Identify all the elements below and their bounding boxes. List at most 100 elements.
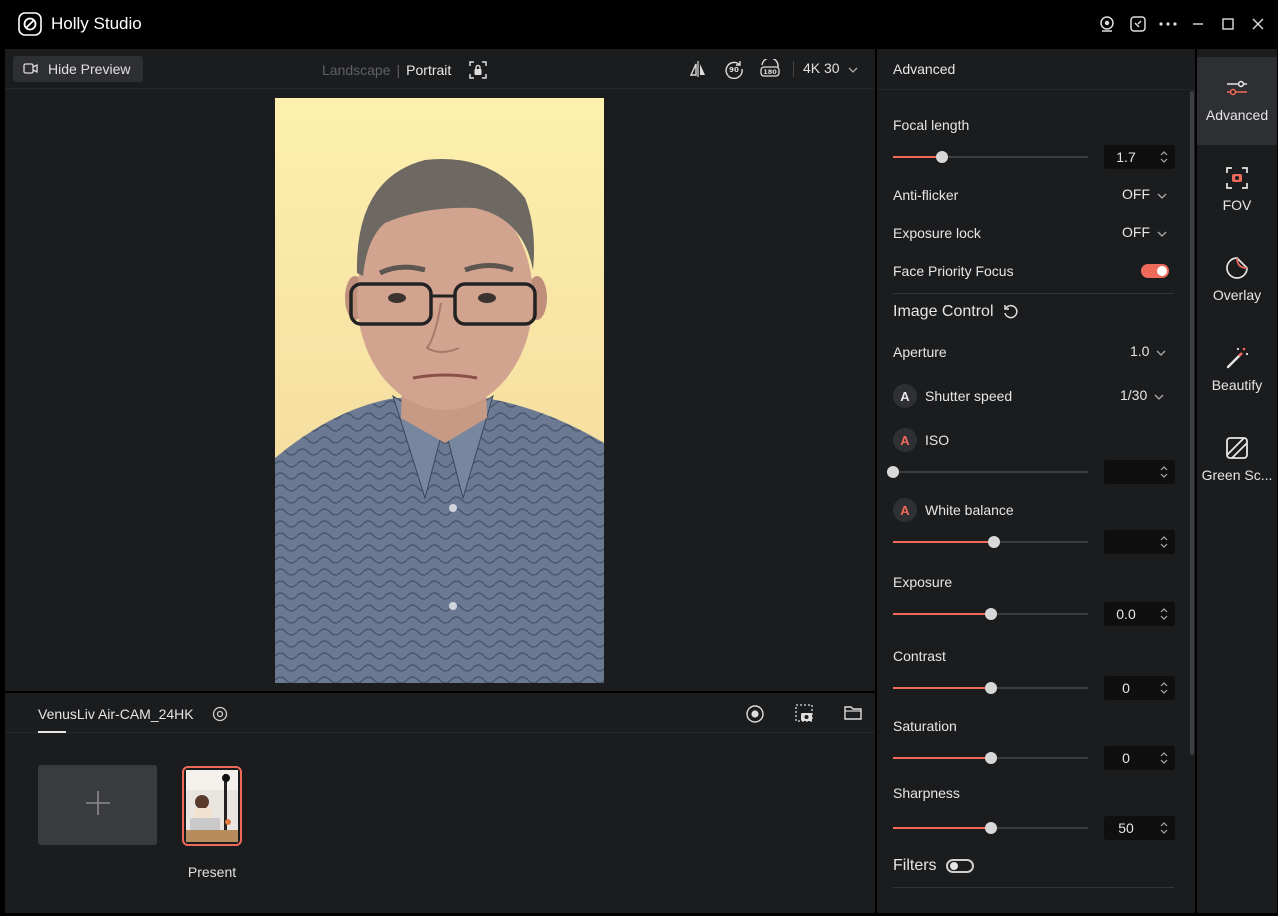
nav-label: Green Sc...: [1201, 467, 1273, 483]
stepper-arrows-icon[interactable]: [1160, 150, 1168, 164]
stepper-arrows-icon[interactable]: [1160, 751, 1168, 765]
green-screen-icon: [1226, 437, 1248, 459]
focal-length-label: Focal length: [893, 117, 970, 133]
exposure-value: 0.0: [1116, 606, 1136, 622]
record-icon[interactable]: [745, 704, 765, 729]
hide-preview-button[interactable]: Hide Preview: [13, 56, 143, 82]
saturation-slider[interactable]: [893, 752, 1088, 764]
svg-text:90: 90: [729, 66, 739, 74]
exposure-lock-value: OFF: [1122, 224, 1150, 240]
stepper-arrows-icon[interactable]: [1160, 465, 1168, 479]
stepper-arrows-icon[interactable]: [1160, 607, 1168, 621]
exposure-slider[interactable]: [893, 608, 1088, 620]
folder-icon[interactable]: [843, 704, 863, 727]
title-bar: Holly Studio: [0, 0, 1278, 48]
orientation-switch: Landscape | Portrait: [322, 60, 488, 80]
rotate-180-icon[interactable]: 180: [759, 57, 781, 84]
nav-item-advanced[interactable]: Advanced: [1197, 57, 1277, 145]
face-priority-focus-label: Face Priority Focus: [893, 263, 1014, 279]
side-nav: Advanced FOV Overlay Beautify Green Sc..…: [1197, 49, 1277, 913]
white-balance-slider[interactable]: [893, 536, 1088, 548]
chevron-down-icon: [1157, 224, 1167, 240]
saturation-stepper[interactable]: 0: [1104, 746, 1175, 770]
sharpness-stepper[interactable]: 50: [1104, 816, 1175, 840]
stepper-arrows-icon[interactable]: [1160, 821, 1168, 835]
scene-preview-image: [186, 770, 238, 842]
aperture-value: 1.0: [1130, 343, 1150, 359]
contrast-slider[interactable]: [893, 682, 1088, 694]
settings-scrollbar[interactable]: [1190, 91, 1194, 755]
maximize-icon[interactable]: [1218, 14, 1238, 34]
section-divider: [893, 887, 1174, 888]
mirror-icon[interactable]: [689, 60, 707, 83]
sliders-icon: [1227, 80, 1247, 96]
sharpness-label: Sharpness: [893, 785, 960, 801]
shutter-auto-button[interactable]: A: [893, 384, 917, 408]
camera-tabs: VenusLiv Air-CAM_24HK: [5, 693, 875, 733]
iso-auto-button[interactable]: A: [893, 428, 917, 452]
close-icon[interactable]: [1248, 14, 1268, 34]
rotation-lock-icon[interactable]: [468, 60, 488, 80]
orientation-separator: |: [396, 62, 401, 78]
section-divider: [893, 293, 1174, 294]
camera-scenes-panel: VenusLiv Air-CAM_24HK Present: [5, 693, 875, 913]
snapshot-icon[interactable]: [794, 703, 814, 728]
aperture-label: Aperture: [893, 344, 947, 360]
saturation-label: Saturation: [893, 718, 957, 734]
nav-item-green-screen[interactable]: Green Sc...: [1197, 417, 1277, 505]
more-options-icon[interactable]: [1158, 14, 1178, 34]
focal-length-slider[interactable]: [893, 151, 1088, 163]
nav-item-overlay[interactable]: Overlay: [1197, 237, 1277, 325]
white-balance-stepper[interactable]: [1104, 530, 1175, 554]
exposure-lock-label: Exposure lock: [893, 225, 981, 241]
stepper-arrows-icon[interactable]: [1160, 681, 1168, 695]
add-scene-button[interactable]: [38, 765, 157, 845]
scene-thumbnail[interactable]: [182, 766, 242, 846]
sharpness-slider[interactable]: [893, 822, 1088, 834]
filters-toggle[interactable]: [946, 859, 974, 873]
contrast-stepper[interactable]: 0: [1104, 676, 1175, 700]
aperture-select[interactable]: 1.0: [1130, 343, 1166, 359]
rotate-90-icon[interactable]: 90: [724, 59, 744, 84]
webcam-icon[interactable]: [1097, 14, 1117, 34]
exposure-lock-select[interactable]: OFF: [1122, 224, 1167, 240]
shutter-speed-value: 1/30: [1120, 387, 1148, 403]
camera-settings-icon[interactable]: [212, 706, 228, 727]
app-title: Holly Studio: [51, 14, 142, 33]
svg-text:180: 180: [763, 68, 777, 76]
contrast-value: 0: [1122, 680, 1130, 696]
minimize-icon[interactable]: [1188, 14, 1208, 34]
shutter-speed-select[interactable]: 1/30: [1120, 387, 1164, 403]
anti-flicker-select[interactable]: OFF: [1122, 186, 1167, 202]
anti-flicker-label: Anti-flicker: [893, 187, 959, 203]
hide-preview-label: Hide Preview: [48, 61, 131, 77]
fov-frame-icon: [1226, 167, 1248, 189]
nav-label: FOV: [1222, 197, 1252, 213]
nav-item-fov[interactable]: FOV: [1197, 147, 1277, 235]
chevron-down-icon: [848, 60, 858, 76]
stepper-arrows-icon[interactable]: [1160, 535, 1168, 549]
focal-length-value: 1.7: [1116, 149, 1136, 165]
nav-item-beautify[interactable]: Beautify: [1197, 327, 1277, 415]
device-settings-icon[interactable]: [1128, 14, 1148, 34]
face-priority-focus-toggle[interactable]: [1141, 264, 1169, 278]
white-balance-auto-button[interactable]: A: [893, 498, 917, 522]
iso-label: ISO: [925, 432, 950, 448]
portrait-option[interactable]: Portrait: [406, 61, 451, 79]
chevron-down-icon: [1157, 186, 1167, 202]
contrast-label: Contrast: [893, 648, 946, 664]
plus-icon: [85, 790, 111, 821]
exposure-stepper[interactable]: 0.0: [1104, 602, 1175, 626]
camera-device-tab[interactable]: VenusLiv Air-CAM_24HK: [38, 706, 194, 722]
landscape-option[interactable]: Landscape: [322, 61, 391, 79]
filters-label: Filters: [893, 857, 937, 874]
settings-panel: Advanced Focal length 1.7 Anti-flicker O…: [877, 49, 1195, 913]
iso-slider[interactable]: [887, 466, 1088, 478]
iso-stepper[interactable]: [1104, 460, 1175, 484]
magic-wand-icon: [1226, 347, 1249, 369]
sharpness-value: 50: [1118, 820, 1134, 836]
nav-label: Advanced: [1205, 107, 1269, 123]
focal-length-stepper[interactable]: 1.7: [1104, 145, 1175, 169]
reset-icon[interactable]: [1002, 304, 1018, 320]
resolution-select[interactable]: 4K 30: [803, 60, 858, 76]
